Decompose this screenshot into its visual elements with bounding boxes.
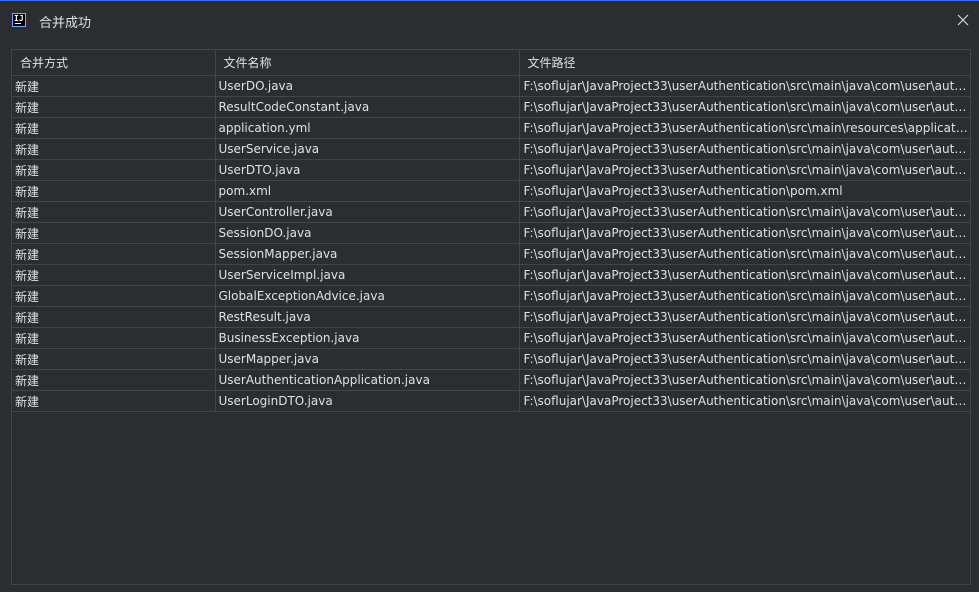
file-name-cell: RestResult.java: [215, 306, 520, 328]
intellij-idea-icon: IJ: [12, 13, 26, 27]
file-name-cell: pom.xml: [215, 180, 520, 202]
file-name-cell: UserLoginDTO.java: [215, 390, 520, 412]
merge-mode-cell: 新建: [12, 369, 216, 391]
merge-mode-cell: 新建: [12, 243, 216, 265]
file-path-cell: F:\soflujar\JavaProject33\userAuthentica…: [519, 327, 970, 349]
table-row[interactable]: 新建 application.yml F:\soflujar\JavaProject…: [12, 117, 970, 139]
file-path-cell: F:\soflujar\JavaProject33\userAuthentica…: [519, 285, 970, 307]
file-name-cell: ResultCodeConstant.java: [215, 96, 520, 118]
file-name-cell: UserController.java: [215, 201, 520, 223]
table-row[interactable]: 新建 UserServiceImpl.java F:\soflujar\JavaPr…: [12, 264, 970, 286]
table-row[interactable]: 新建 UserDTO.java F:\soflujar\JavaProject33\…: [12, 159, 970, 181]
file-name-cell: UserMapper.java: [215, 348, 520, 370]
table-row[interactable]: 新建 UserAuthenticationApplication.java F:\s…: [12, 369, 970, 391]
file-path-cell: F:\soflujar\JavaProject33\userAuthentica…: [519, 390, 970, 412]
file-name-cell: SessionMapper.java: [215, 243, 520, 265]
merge-mode-cell: 新建: [12, 306, 216, 328]
table-row[interactable]: 新建 UserService.java F:\soflujar\JavaProjec…: [12, 138, 970, 160]
table-row[interactable]: 新建 SessionDO.java F:\soflujar\JavaProject3…: [12, 222, 970, 244]
file-path-cell: F:\soflujar\JavaProject33\userAuthentica…: [519, 369, 970, 391]
column-header-file-path[interactable]: 文件路径: [519, 50, 970, 76]
close-button[interactable]: [953, 10, 973, 30]
file-name-cell: application.yml: [215, 117, 520, 139]
merge-mode-cell: 新建: [12, 180, 216, 202]
table-row[interactable]: 新建 RestResult.java F:\soflujar\JavaProject…: [12, 306, 970, 328]
file-path-cell: F:\soflujar\JavaProject33\userAuthentica…: [519, 159, 970, 181]
table-row[interactable]: 新建 UserLoginDTO.java F:\soflujar\JavaProje…: [12, 390, 970, 412]
file-path-cell: F:\soflujar\JavaProject33\userAuthentica…: [519, 306, 970, 328]
close-icon: [957, 14, 969, 26]
table-row[interactable]: 新建 SessionMapper.java F:\soflujar\JavaProj…: [12, 243, 970, 265]
table-row[interactable]: 新建 GlobalExceptionAdvice.java F:\soflujar\…: [12, 285, 970, 307]
merge-mode-cell: 新建: [12, 285, 216, 307]
merge-mode-cell: 新建: [12, 75, 216, 97]
merge-mode-cell: 新建: [12, 390, 216, 412]
file-path-cell: F:\soflujar\JavaProject33\userAuthentica…: [519, 75, 970, 97]
table-row[interactable]: 新建 UserMapper.java F:\soflujar\JavaProject…: [12, 348, 970, 370]
merge-mode-cell: 新建: [12, 264, 216, 286]
file-path-cell: F:\soflujar\JavaProject33\userAuthentica…: [519, 201, 970, 223]
table-row[interactable]: 新建 UserDO.java F:\soflujar\JavaProject33\u…: [12, 75, 970, 97]
column-header-merge-mode[interactable]: 合并方式: [12, 50, 216, 76]
file-path-cell: F:\soflujar\JavaProject33\userAuthentica…: [519, 243, 970, 265]
merge-mode-cell: 新建: [12, 201, 216, 223]
table-row[interactable]: 新建 pom.xml F:\soflujar\JavaProject33\userA…: [12, 180, 970, 202]
file-path-cell: F:\soflujar\JavaProject33\userAuthentica…: [519, 348, 970, 370]
file-path-cell: F:\soflujar\JavaProject33\userAuthentica…: [519, 138, 970, 160]
file-name-cell: UserDTO.java: [215, 159, 520, 181]
file-name-cell: UserDO.java: [215, 75, 520, 97]
file-path-cell: F:\soflujar\JavaProject33\userAuthentica…: [519, 180, 970, 202]
table-row[interactable]: 新建 BusinessException.java F:\soflujar\Java…: [12, 327, 970, 349]
table-row[interactable]: 新建 ResultCodeConstant.java F:\soflujar\Jav…: [12, 96, 970, 118]
table-row[interactable]: 新建 UserController.java F:\soflujar\JavaPro…: [12, 201, 970, 223]
column-header-file-name[interactable]: 文件名称: [215, 50, 520, 76]
file-name-cell: UserServiceImpl.java: [215, 264, 520, 286]
merge-mode-cell: 新建: [12, 138, 216, 160]
file-path-cell: F:\soflujar\JavaProject33\userAuthentica…: [519, 264, 970, 286]
merge-results-table[interactable]: 合并方式 文件名称 文件路径 新建 UserDO.java F:\soflujar\…: [11, 49, 971, 585]
file-name-cell: BusinessException.java: [215, 327, 520, 349]
file-name-cell: GlobalExceptionAdvice.java: [215, 285, 520, 307]
merge-success-dialog: IJ 合并成功 合并方式 文件名称 文件路径 新建 UserDO.java F:\: [0, 0, 979, 592]
file-name-cell: UserAuthenticationApplication.java: [215, 369, 520, 391]
title-bar: IJ 合并成功: [0, 1, 979, 41]
merge-mode-cell: 新建: [12, 222, 216, 244]
merge-mode-cell: 新建: [12, 96, 216, 118]
merge-mode-cell: 新建: [12, 348, 216, 370]
file-path-cell: F:\soflujar\JavaProject33\userAuthentica…: [519, 96, 970, 118]
dialog-title: 合并成功: [39, 16, 92, 31]
file-name-cell: SessionDO.java: [215, 222, 520, 244]
merge-mode-cell: 新建: [12, 159, 216, 181]
merge-mode-cell: 新建: [12, 327, 216, 349]
file-name-cell: UserService.java: [215, 138, 520, 160]
file-path-cell: F:\soflujar\JavaProject33\userAuthentica…: [519, 117, 970, 139]
table-header: 合并方式 文件名称 文件路径: [12, 50, 970, 76]
merge-mode-cell: 新建: [12, 117, 216, 139]
file-path-cell: F:\soflujar\JavaProject33\userAuthentica…: [519, 222, 970, 244]
